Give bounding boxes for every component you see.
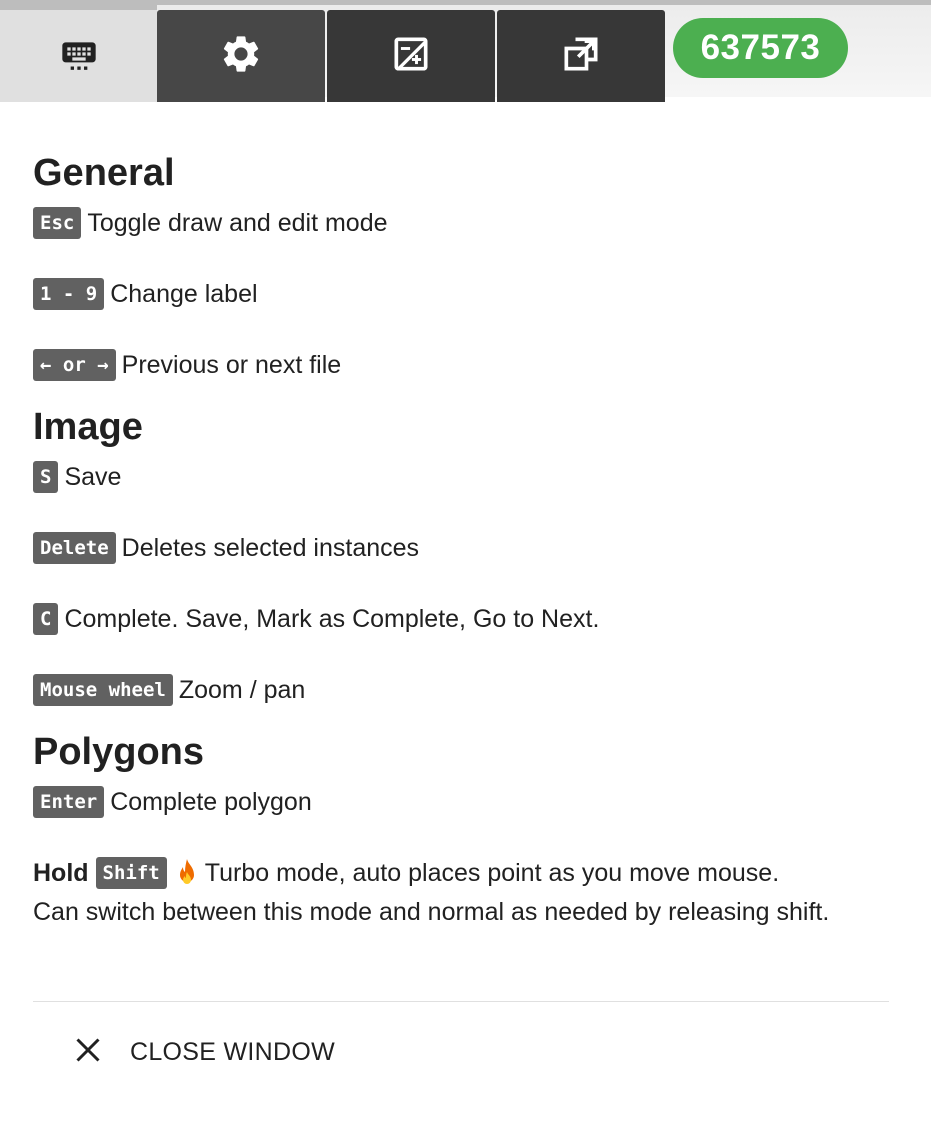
shortcut-row: Esc Toggle draw and edit mode xyxy=(33,206,893,240)
shortcut-row-turbo: Hold Shift Turbo mode, auto places point… xyxy=(33,856,893,890)
divider xyxy=(33,1001,889,1002)
key-chip: Esc xyxy=(33,207,82,239)
shortcuts-panel: General Esc Toggle draw and edit mode 1 … xyxy=(33,150,893,929)
close-window-label: CLOSE WINDOW xyxy=(130,1037,335,1066)
open-in-new-icon xyxy=(559,32,603,81)
close-icon xyxy=(70,1032,106,1073)
toolbar: 637573 xyxy=(0,0,931,102)
shortcut-row: Mouse wheel Zoom / pan xyxy=(33,673,893,707)
tab-open-external[interactable] xyxy=(497,10,665,102)
close-window-button[interactable]: CLOSE WINDOW xyxy=(70,1020,380,1084)
key-chip: Mouse wheel xyxy=(33,674,173,706)
shortcut-description: Deletes selected instances xyxy=(121,534,420,562)
shortcut-description: Can switch between this mode and normal … xyxy=(33,898,830,926)
shortcut-description: Zoom / pan xyxy=(178,676,306,704)
shortcut-row: C Complete. Save, Mark as Complete, Go t… xyxy=(33,602,893,636)
tab-keyboard-shortcuts[interactable] xyxy=(0,5,157,102)
fire-icon xyxy=(175,858,199,888)
shortcut-row: ← or → Previous or next file xyxy=(33,348,893,382)
tab-exposure[interactable] xyxy=(327,10,495,102)
tab-settings[interactable] xyxy=(157,10,325,102)
key-chip: 1 - 9 xyxy=(33,278,105,310)
shortcut-description: Previous or next file xyxy=(121,351,342,379)
key-chip: S xyxy=(33,461,59,493)
key-chip: ← or → xyxy=(33,349,116,381)
shortcut-description: Change label xyxy=(110,280,258,308)
keyboard-icon xyxy=(59,34,99,79)
exposure-plus-icon xyxy=(389,32,433,81)
shortcut-row: Enter Complete polygon xyxy=(33,785,893,819)
shortcut-description: Save xyxy=(64,463,122,491)
key-chip: Delete xyxy=(33,532,116,564)
hold-label: Hold xyxy=(33,859,89,887)
section-title-image: Image xyxy=(33,406,143,448)
count-badge: 637573 xyxy=(673,18,848,78)
shortcut-description: Turbo mode, auto places point as you mov… xyxy=(204,859,780,887)
section-title-general: General xyxy=(33,152,175,194)
shortcut-row: 1 - 9 Change label xyxy=(33,277,893,311)
shortcut-description: Toggle draw and edit mode xyxy=(87,209,388,237)
shortcut-row: S Save xyxy=(33,460,893,494)
key-chip: Enter xyxy=(33,786,105,818)
key-chip: Shift xyxy=(95,857,167,889)
shortcut-description: Complete. Save, Mark as Complete, Go to … xyxy=(64,605,600,633)
shortcut-description: Complete polygon xyxy=(110,788,312,816)
key-chip: C xyxy=(33,603,59,635)
gear-icon xyxy=(219,32,263,81)
section-title-polygons: Polygons xyxy=(33,731,205,773)
shortcut-description-continued: Can switch between this mode and normal … xyxy=(33,895,893,929)
shortcut-row: Delete Deletes selected instances xyxy=(33,531,893,565)
